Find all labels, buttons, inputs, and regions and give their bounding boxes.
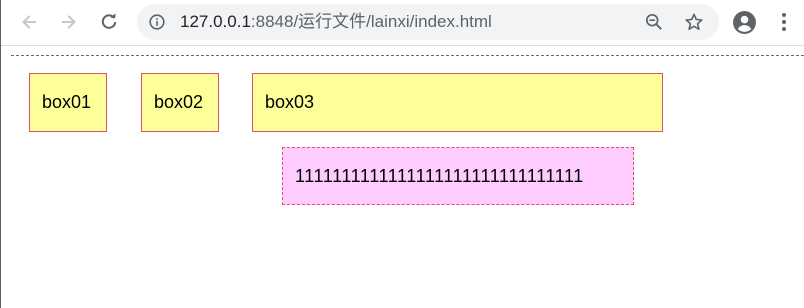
pink-box: 1111111111111111111111111111111 (282, 147, 634, 205)
account-circle-icon[interactable] (732, 10, 757, 35)
page-content: box01 box02 box03 1111111111111111111111… (1, 46, 804, 308)
reload-icon (101, 13, 117, 29)
pink-box-text: 1111111111111111111111111111111 (295, 165, 584, 186)
url-text[interactable]: 127.0.0.1:8848/运行文件/lainxi/index.html (180, 13, 492, 31)
reload-button[interactable] (95, 8, 123, 36)
arrow-right-icon (62, 15, 76, 29)
arrow-left-icon (22, 15, 36, 29)
url-path: :8848/运行文件/lainxi/index.html (250, 12, 492, 31)
box01: box01 (29, 73, 107, 132)
back-button[interactable] (15, 8, 43, 36)
browser-toolbar: 127.0.0.1:8848/运行文件/lainxi/index.html (1, 0, 804, 46)
url-host: 127.0.0.1 (180, 12, 251, 31)
zoom-out-icon[interactable] (645, 13, 663, 31)
info-icon[interactable] (149, 14, 165, 30)
dashed-divider (11, 55, 804, 56)
browser-window: 127.0.0.1:8848/运行文件/lainxi/index.html bo… (0, 0, 804, 308)
box01-label: box01 (42, 92, 92, 112)
box02: box02 (141, 73, 219, 132)
box03-label: box03 (265, 92, 315, 112)
forward-button[interactable] (55, 8, 83, 36)
address-bar[interactable]: 127.0.0.1:8848/运行文件/lainxi/index.html (137, 4, 719, 40)
more-vert-icon[interactable] (777, 12, 791, 32)
box03: box03 (252, 73, 663, 132)
box02-label: box02 (154, 92, 204, 112)
star-icon[interactable] (684, 12, 704, 32)
